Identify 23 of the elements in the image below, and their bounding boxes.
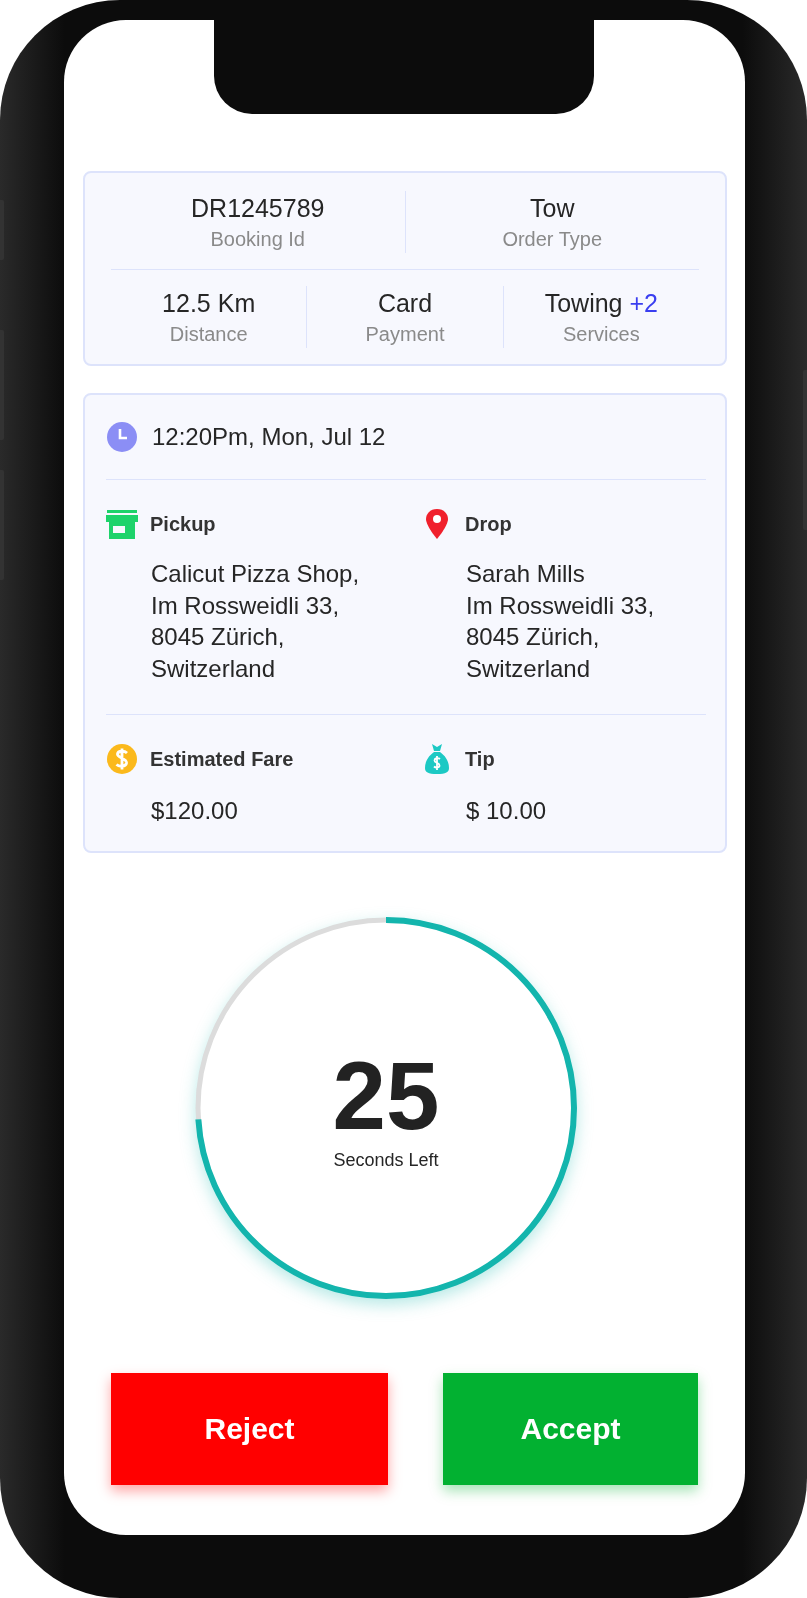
seconds-count: 25 — [332, 1045, 440, 1146]
summary-label: Distance — [169, 322, 248, 347]
summary-value: Tow — [530, 193, 575, 224]
pickup-time: 12:20Pm, Mon, Jul 12 — [152, 423, 386, 451]
seconds-caption: Seconds Left — [333, 1149, 439, 1171]
amount-value: $120.00 — [151, 797, 239, 825]
summary-label: Booking Id — [210, 227, 305, 252]
summary-label: Services — [562, 322, 640, 347]
summary-value: DR1245789 — [191, 193, 325, 224]
place-label: Pickup — [150, 512, 216, 536]
summary-value: Towing +2 — [544, 288, 658, 319]
summary-label: Order Type — [502, 227, 603, 252]
accept-button[interactable]: Accept — [443, 1373, 698, 1485]
summary-value: 12.5 Km — [162, 288, 256, 319]
amount-label: Tip — [465, 747, 495, 771]
address-text: Sarah Mills Im Rossweidli 33, 8045 Zürich, Switzerland — [466, 559, 656, 684]
reject-button[interactable]: Reject — [111, 1373, 388, 1485]
amount-value: $ 10.00 — [466, 797, 548, 825]
summary-label: Payment — [365, 322, 445, 347]
summary-value: Card — [377, 288, 433, 319]
address-text: Calicut Pizza Shop, Im Rossweidli 33, 8045 Zürich, Switzerland — [151, 559, 361, 684]
amount-label: Estimated Fare — [150, 747, 294, 771]
place-label: Drop — [465, 512, 512, 536]
